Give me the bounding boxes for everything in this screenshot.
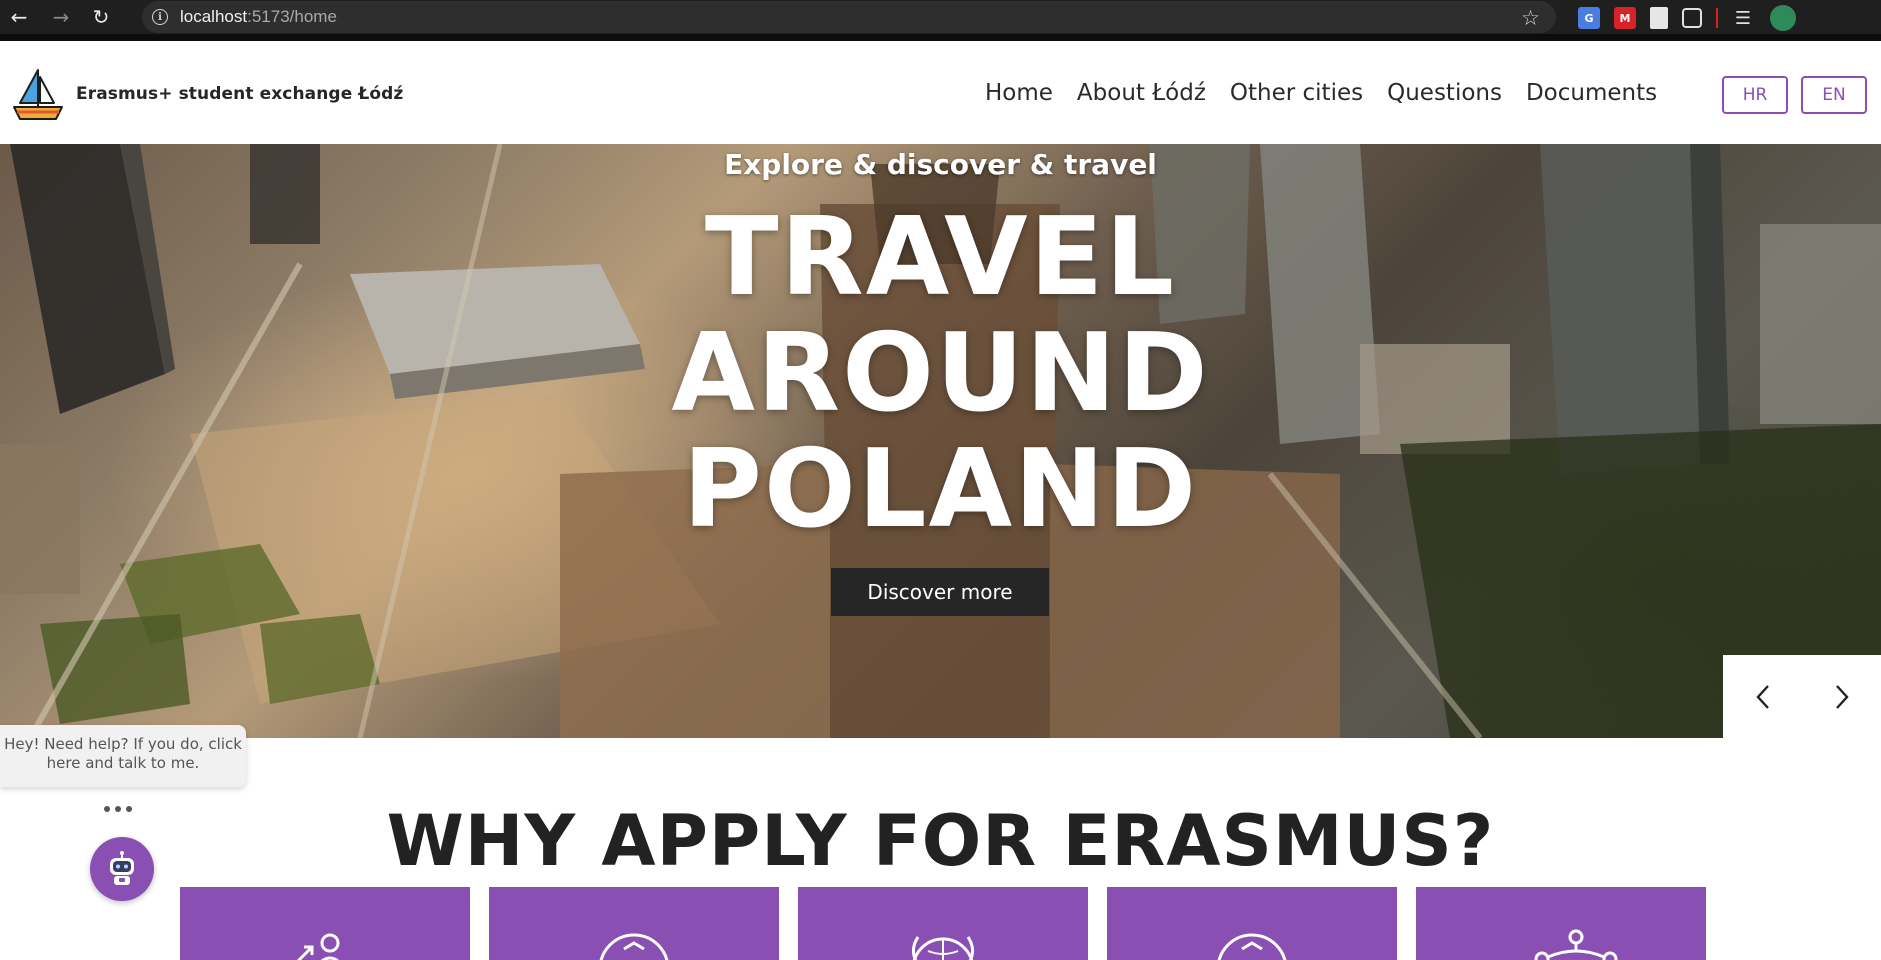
bookmark-star-icon[interactable]: ☆ [1521, 6, 1540, 30]
network-nodes-icon [1534, 929, 1618, 960]
benefit-card-experience[interactable] [1107, 887, 1397, 960]
experience-badge-icon [1217, 933, 1287, 960]
hero-kicker: Explore & discover & travel [724, 148, 1157, 181]
benefit-card-career[interactable] [180, 887, 470, 960]
slider-controls [1723, 655, 1881, 738]
chevron-left-icon[interactable] [1743, 677, 1783, 717]
back-icon[interactable]: ← [4, 2, 34, 32]
language-hr-button[interactable]: HR [1722, 76, 1788, 114]
benefit-card-network[interactable] [1416, 887, 1706, 960]
site-info-icon[interactable]: i [152, 9, 168, 25]
media-control-icon[interactable]: ☰ [1732, 7, 1754, 29]
chat-prompt-bubble[interactable]: Hey! Need help? If you do, click here an… [0, 725, 246, 787]
site-brand[interactable]: Erasmus+ student exchange Łódź [76, 84, 403, 104]
extensions-bar: G M ☰ [1578, 3, 1798, 33]
hero-title: TRAVEL AROUND POLAND [0, 200, 1881, 548]
nav-documents[interactable]: Documents [1526, 80, 1657, 106]
forward-icon[interactable]: → [46, 2, 76, 32]
mega-extension-icon[interactable]: M [1614, 7, 1636, 29]
hero-title-line-1: TRAVEL [704, 195, 1177, 320]
nav-home[interactable]: Home [985, 80, 1053, 106]
nav-questions[interactable]: Questions [1387, 80, 1502, 106]
globe-laurel-icon [911, 936, 975, 960]
document-extension-icon[interactable] [1650, 7, 1668, 29]
hero-banner: Explore & discover & travel TRAVEL AROUN… [0, 144, 1881, 738]
hero-title-line-2: AROUND [671, 311, 1210, 436]
url-host: localhost [180, 7, 248, 26]
education-badge-icon [599, 933, 669, 960]
hero-title-line-3: POLAND [682, 427, 1199, 552]
benefit-card-global[interactable] [798, 887, 1088, 960]
main-navigation: Home About Łódź Other cities Questions D… [985, 80, 1657, 106]
reload-icon[interactable]: ↻ [86, 2, 116, 32]
nav-about-lodz[interactable]: About Łódź [1077, 80, 1206, 106]
career-growth-icon [296, 933, 340, 960]
discover-more-button[interactable]: Discover more [831, 568, 1049, 616]
translate-extension-icon[interactable]: G [1578, 7, 1600, 29]
section-title: WHY APPLY FOR ERASMUS? [386, 800, 1495, 882]
extensions-puzzle-icon[interactable] [1682, 8, 1702, 28]
site-header: Erasmus+ student exchange Łódź Home Abou… [0, 41, 1881, 144]
sailboat-logo-icon[interactable] [12, 67, 64, 121]
benefit-cards [180, 887, 1706, 960]
language-en-button[interactable]: EN [1801, 76, 1867, 114]
nav-other-cities[interactable]: Other cities [1230, 80, 1363, 106]
address-bar[interactable]: i localhost:5173/home ☆ [142, 1, 1556, 33]
browser-toolbar: ← → ↻ i localhost:5173/home ☆ G M ☰ [0, 0, 1881, 41]
url-path: :5173/home [247, 7, 337, 26]
toolbar-divider [1716, 8, 1718, 28]
chevron-right-icon[interactable] [1822, 677, 1862, 717]
benefit-card-education[interactable] [489, 887, 779, 960]
url-text[interactable]: localhost:5173/home [180, 7, 337, 27]
profile-avatar[interactable] [1768, 3, 1798, 33]
